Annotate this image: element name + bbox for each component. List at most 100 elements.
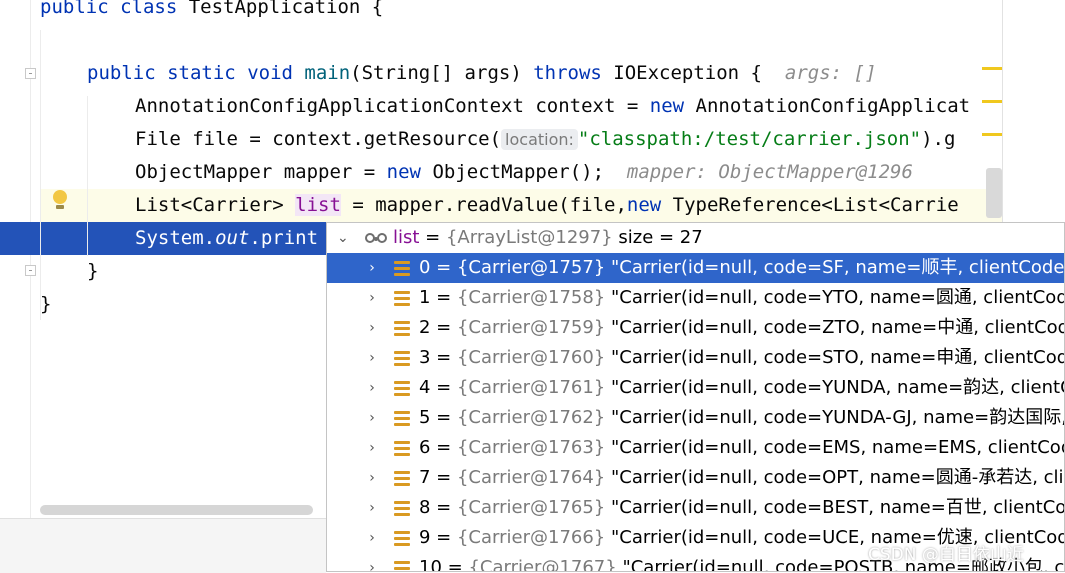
keyword: class (120, 0, 178, 18)
object-ref: {Carrier@1758} (456, 287, 606, 308)
code-text: List<Carrier> (135, 194, 296, 216)
indent-guide (87, 96, 88, 256)
chevron-right-icon[interactable]: › (365, 433, 379, 463)
item-value: "Carrier(id=null, code=SF, name=顺丰, clie… (611, 257, 1065, 278)
list-item[interactable]: › 7 = {Carrier@1764} "Carrier(id=null, co… (327, 463, 1064, 493)
chevron-right-icon[interactable]: › (365, 343, 379, 373)
equals-sign: = (430, 407, 457, 428)
object-field-icon (394, 381, 410, 396)
highlighted-variable[interactable]: list (295, 194, 341, 216)
object-field-icon (394, 351, 410, 366)
item-index: 4 (419, 377, 431, 398)
warning-marker[interactable] (982, 67, 1002, 70)
chevron-right-icon[interactable]: › (365, 253, 379, 283)
item-index: 3 (419, 347, 431, 368)
list-size: size = 27 (618, 227, 703, 248)
code-line-close-brace: } (40, 293, 52, 315)
object-ref: {Carrier@1767} (468, 557, 617, 572)
list-item[interactable]: › 5 = {Carrier@1762} "Carrier(id=null, co… (327, 403, 1065, 433)
fold-toggle-icon[interactable] (25, 265, 36, 276)
item-index: 8 (419, 497, 431, 518)
warning-marker[interactable] (982, 100, 1002, 103)
list-item[interactable]: › 1 = {Carrier@1758} "Carrier(id=null, co… (327, 283, 1065, 313)
indent-guide (40, 30, 41, 320)
horizontal-scrollbar-track[interactable] (0, 518, 326, 573)
method-name: main (304, 62, 351, 84)
list-item-text: 3 = {Carrier@1760} "Carrier(id=null, cod… (419, 343, 1064, 373)
item-index: 2 (419, 317, 431, 338)
code-text: ObjectMapper mapper = (135, 161, 387, 183)
object-field-icon (394, 411, 410, 426)
object-ref: {Carrier@1759} (456, 317, 606, 338)
code-text: TestApplication { (177, 0, 384, 18)
list-item[interactable]: › 4 = {Carrier@1761} "Carrier(id=null, co… (327, 373, 1064, 403)
list-item[interactable]: › 0 = {Carrier@1757} "Carrier(id=null, co… (327, 253, 1065, 283)
item-value: "Carrier(id=null, code=YUNDA, name=韵达, c… (611, 377, 1064, 398)
chevron-right-icon[interactable]: › (365, 373, 379, 403)
chevron-right-icon[interactable]: › (365, 283, 379, 313)
list-item-text: 0 = {Carrier@1757} "Carrier(id=null, cod… (419, 253, 1065, 283)
code-line-close-brace: } (87, 260, 99, 282)
chevron-right-icon[interactable]: › (365, 403, 379, 433)
list-item-text: 4 = {Carrier@1761} "Carrier(id=null, cod… (419, 373, 1064, 403)
popup-header-text: list = {ArrayList@1297} size = 27 (393, 223, 703, 253)
object-field-icon (394, 531, 410, 546)
code-text: ).g (921, 128, 956, 150)
item-value: "Carrier(id=null, code=YTO, name=圆通, cli… (611, 287, 1065, 308)
equals-sign: = (430, 347, 457, 368)
code-text: ObjectMapper(); (421, 161, 605, 183)
object-field-icon (394, 561, 410, 571)
chevron-right-icon[interactable]: › (365, 523, 379, 553)
code-line-file: File file = context.getResource(location… (135, 123, 955, 156)
object-field-icon (394, 471, 410, 486)
equals-sign: = (430, 257, 457, 278)
list-item-text: 1 = {Carrier@1758} "Carrier(id=null, cod… (419, 283, 1065, 313)
variable-name: list (393, 227, 420, 248)
chevron-right-icon[interactable]: › (365, 313, 379, 343)
vertical-scrollbar-thumb[interactable] (986, 168, 1002, 218)
object-ref: {Carrier@1766} (456, 527, 606, 548)
item-value: "Carrier(id=null, code=YUNDA-GJ, name=韵达… (611, 407, 1065, 428)
object-ref: {Carrier@1761} (456, 377, 606, 398)
object-ref: {Carrier@1764} (456, 467, 606, 488)
list-item-text: 7 = {Carrier@1764} "Carrier(id=null, cod… (419, 463, 1064, 493)
item-index: 9 (419, 527, 431, 548)
keyword: public (40, 0, 109, 18)
list-item[interactable]: › 8 = {Carrier@1765} "Carrier(id=null, co… (327, 493, 1064, 523)
chevron-right-icon[interactable]: › (365, 463, 379, 493)
list-item[interactable]: › 6 = {Carrier@1763} "Carrier(id=null, co… (327, 433, 1064, 463)
object-ref: {Carrier@1762} (456, 407, 606, 428)
watch-glasses-icon (365, 233, 387, 243)
code-line-print: System.out.print (135, 222, 318, 255)
object-field-icon (394, 321, 410, 336)
keyword: new (649, 95, 685, 117)
code-line-main-decl: public static void main(String[] args) t… (87, 57, 876, 90)
right-edge-pane (1002, 0, 1065, 225)
code-text: .print (249, 227, 319, 249)
list-item-text: 5 = {Carrier@1762} "Carrier(id=null, cod… (419, 403, 1065, 433)
equals-sign: = (430, 467, 457, 488)
debug-value-popup[interactable]: ⌄ list = {ArrayList@1297} size = 27 › 0 =… (326, 222, 1065, 572)
list-item[interactable]: › 3 = {Carrier@1760} "Carrier(id=null, co… (327, 343, 1064, 373)
list-item-text: 6 = {Carrier@1763} "Carrier(id=null, cod… (419, 433, 1064, 463)
popup-header-row[interactable]: ⌄ list = {ArrayList@1297} size = 27 (327, 223, 1064, 253)
keyword: new (626, 194, 662, 216)
chevron-down-icon[interactable]: ⌄ (337, 223, 349, 253)
warning-marker[interactable] (982, 133, 1002, 136)
chevron-right-icon[interactable]: › (365, 493, 379, 523)
item-index: 6 (419, 437, 431, 458)
code-text: (String[] args) (350, 62, 534, 84)
watermark-text: CSDN @白日依山近 (868, 545, 1024, 565)
keyword: public (87, 62, 156, 84)
chevron-right-icon[interactable]: › (365, 553, 379, 571)
horizontal-scrollbar-thumb[interactable] (40, 505, 313, 515)
keyword: new (386, 161, 421, 183)
list-item[interactable]: › 2 = {Carrier@1759} "Carrier(id=null, co… (327, 313, 1064, 343)
fold-toggle-icon[interactable] (25, 68, 36, 79)
object-ref: {Carrier@1763} (456, 437, 606, 458)
keyword: static (167, 62, 236, 84)
string-literal: "classpath:/test/carrier.json" (577, 128, 922, 150)
item-index: 5 (419, 407, 431, 428)
item-value: "Carrier(id=null, code=OPT, name=圆通-承若达,… (611, 467, 1064, 488)
equals-sign: = (419, 227, 446, 248)
